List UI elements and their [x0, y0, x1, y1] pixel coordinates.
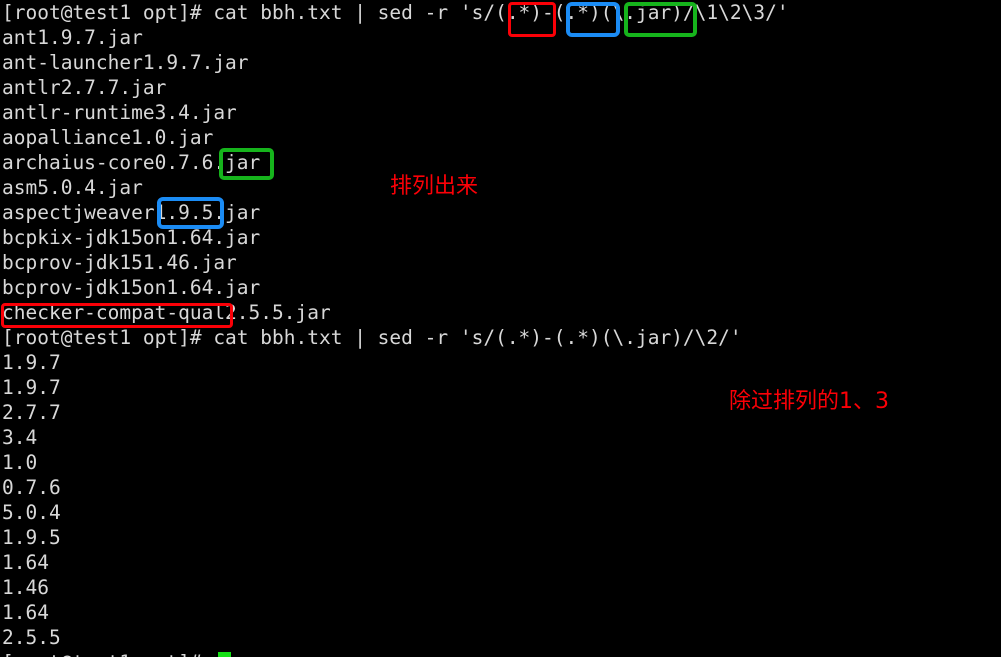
terminal-output-line: 1.9.7 — [2, 351, 61, 374]
terminal-cursor — [218, 652, 231, 657]
terminal-prompt-line-1: [root@test1 opt]# cat bbh.txt | sed -r '… — [2, 1, 789, 24]
terminal-window[interactable]: [root@test1 opt]# cat bbh.txt | sed -r '… — [0, 0, 1001, 657]
terminal-output-line: antlr-runtime3.4.jar — [2, 101, 237, 124]
terminal-output-line: 2.5.5 — [2, 626, 61, 649]
terminal-output-line: 1.64 — [2, 601, 49, 624]
terminal-output-line: aopalliance1.0.jar — [2, 126, 214, 149]
terminal-prompt-line-2: [root@test1 opt]# cat bbh.txt | sed -r '… — [2, 326, 742, 349]
terminal-output-line: 2.7.7 — [2, 401, 61, 424]
terminal-output-line: 5.0.4 — [2, 501, 61, 524]
terminal-output-line: 1.64 — [2, 551, 49, 574]
terminal-output-line: antlr2.7.7.jar — [2, 76, 167, 99]
terminal-output-line: 0.7.6 — [2, 476, 61, 499]
terminal-output-line: bcpkix-jdk15on1.64.jar — [2, 226, 261, 249]
terminal-output-line: bcprov-jdk151.46.jar — [2, 251, 237, 274]
terminal-output-line: 1.0 — [2, 451, 38, 474]
terminal-output-line: 1.46 — [2, 576, 49, 599]
annotation-arrange: 排列出来 — [390, 174, 479, 199]
annotation-exclude: 除过排列的1、3 — [729, 389, 889, 414]
terminal-output-line: archaius-core0.7.6.jar — [2, 151, 261, 174]
terminal-output-line: checker-compat-qual2.5.5.jar — [2, 301, 331, 324]
terminal-output-line: asm5.0.4.jar — [2, 176, 143, 199]
terminal-output-line: 1.9.5 — [2, 526, 61, 549]
terminal-output-line: bcprov-jdk15on1.64.jar — [2, 276, 261, 299]
terminal-output-line: 1.9.7 — [2, 376, 61, 399]
terminal-output-line: 3.4 — [2, 426, 38, 449]
terminal-output-line: ant-launcher1.9.7.jar — [2, 51, 249, 74]
terminal-output-line: aspectjweaver1.9.5.jar — [2, 201, 261, 224]
terminal-output-line: ant1.9.7.jar — [2, 26, 143, 49]
terminal-prompt-line-3: [root@test1 opt]# — [2, 650, 213, 657]
